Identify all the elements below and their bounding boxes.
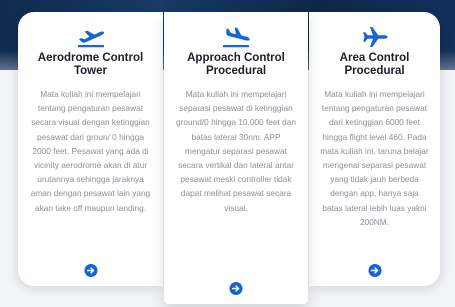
card-title: Aerodrome Control Tower <box>37 52 144 77</box>
program-cards: Aerodrome Control Tower Mata kuliah ini … <box>18 12 440 304</box>
card-aerodrome-control-tower: Aerodrome Control Tower Mata kuliah ini … <box>18 12 163 286</box>
airplane-icon <box>362 27 387 47</box>
airplane-landing-icon <box>223 27 250 48</box>
card-area-control-procedural: Area Control Procedural Mata kuliah ini … <box>309 12 440 286</box>
read-more-button[interactable] <box>84 264 97 277</box>
card-title: Area Control Procedural <box>339 52 410 77</box>
arrow-right-icon <box>86 267 94 274</box>
arrow-right-icon <box>370 267 378 274</box>
card-approach-control-procedural: Approach Control Procedural Mata kuliah … <box>164 12 308 304</box>
card-description: Mata kuliah ini mempelajari tentang peng… <box>30 89 151 213</box>
card-title: Approach Control Procedural <box>187 52 285 77</box>
airplane-takeoff-icon <box>77 30 104 48</box>
arrow-right-icon <box>231 285 240 292</box>
read-more-button[interactable] <box>368 264 381 277</box>
card-description: Mata kuliah ini mempelajari tentang peng… <box>320 89 429 227</box>
read-more-button[interactable] <box>229 282 243 295</box>
card-description: Mata kuliah ini mempelajari separasi pes… <box>176 89 296 213</box>
